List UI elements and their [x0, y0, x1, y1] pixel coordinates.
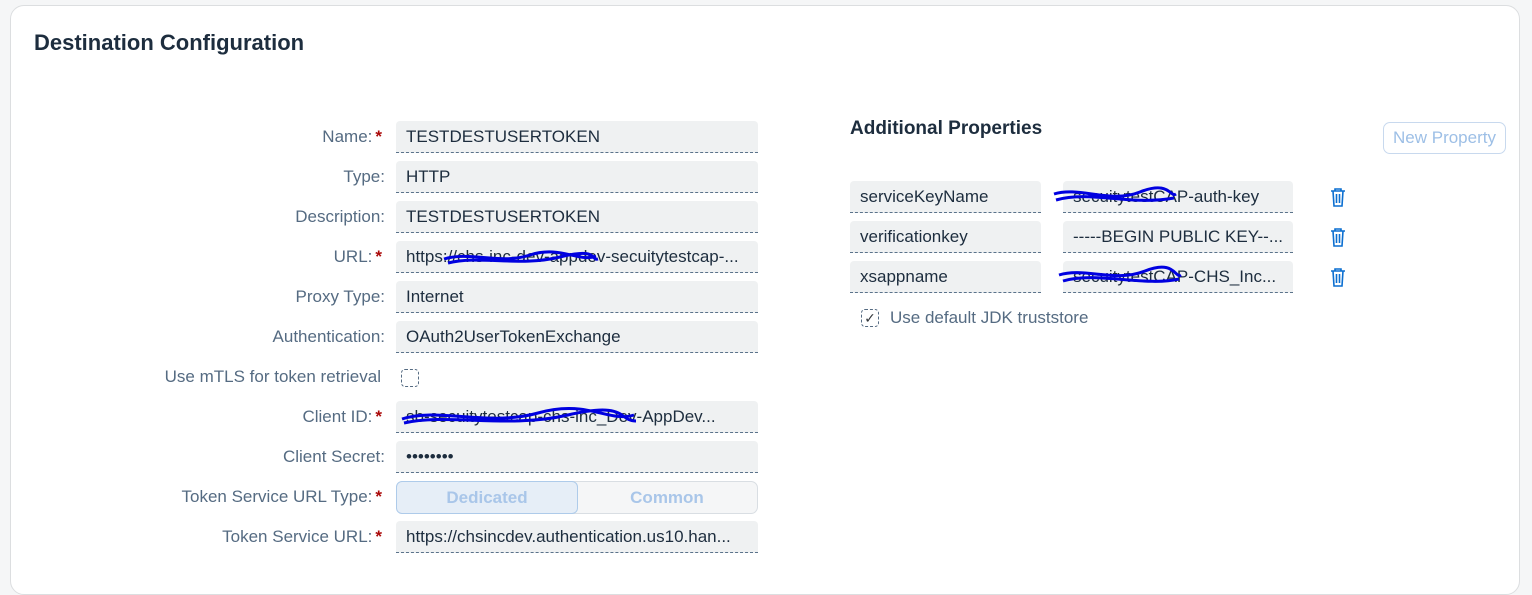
client-secret-row: Client Secret: •••••••• [0, 441, 1532, 473]
property-key-input[interactable]: verificationkey [850, 221, 1041, 253]
authentication-label: Authentication: [272, 327, 385, 346]
url-input[interactable]: https://chs-inc-dev-appdev-secuitytestca… [396, 241, 758, 273]
type-row: Type: HTTP [0, 161, 1532, 193]
mtls-row: Use mTLS for token retrieval [0, 361, 1532, 393]
token-service-url-label: Token Service URL: * [222, 527, 382, 546]
authentication-select[interactable]: OAuth2UserTokenExchange [396, 321, 758, 353]
token-service-url-type-segmented: Dedicated Common [396, 481, 758, 514]
new-property-button[interactable]: New Property [1383, 122, 1506, 154]
name-input[interactable]: TESTDESTUSERTOKEN [396, 121, 758, 153]
required-marker: * [375, 127, 382, 146]
name-label: Name: * [322, 127, 382, 146]
property-value-input[interactable]: -----BEGIN PUBLIC KEY--... [1063, 221, 1293, 253]
property-key-input[interactable]: serviceKeyName [850, 181, 1041, 213]
common-option[interactable]: Common [577, 482, 757, 513]
required-marker: * [375, 527, 382, 546]
client-secret-input[interactable]: •••••••• [396, 441, 758, 473]
proxy-type-label: Proxy Type: [295, 287, 385, 306]
name-row: Name: * TESTDESTUSERTOKEN [0, 121, 1532, 153]
client-id-label: Client ID: * [302, 407, 382, 426]
jdk-truststore-checkbox[interactable]: ✓ [861, 309, 879, 327]
client-secret-label: Client Secret: [282, 447, 385, 466]
property-key-input[interactable]: xsappname [850, 261, 1041, 293]
mtls-checkbox[interactable] [401, 369, 419, 387]
token-service-url-input[interactable]: https://chsincdev.authentication.us10.ha… [396, 521, 758, 553]
client-id-input[interactable]: sb-secuitytestcap-chs-inc_Dev-AppDev... [396, 401, 758, 433]
dedicated-option[interactable]: Dedicated [396, 481, 578, 514]
jdk-truststore-label: Use default JDK truststore [890, 308, 1089, 327]
required-marker: * [375, 407, 382, 426]
type-select[interactable]: HTTP [396, 161, 758, 193]
required-marker: * [375, 487, 382, 506]
token-service-url-row: Token Service URL: * https://chsincdev.au… [0, 521, 1532, 553]
page-title: Destination Configuration [34, 30, 305, 55]
token-service-url-type-row: Token Service URL Type: * Dedicated Commo… [0, 481, 1532, 514]
required-marker: * [375, 247, 382, 266]
token-service-url-type-label: Token Service URL Type: * [181, 487, 383, 506]
description-label: Description: [295, 207, 385, 226]
check-icon: ✓ [864, 310, 876, 326]
trash-icon[interactable] [1328, 226, 1348, 248]
url-row: URL: * https://chs-inc-dev-appdev-secuity… [0, 241, 1532, 273]
property-value-input[interactable]: secuitytestCAP-auth-key [1063, 181, 1293, 213]
proxy-type-row: Proxy Type: Internet [0, 281, 1532, 313]
authentication-row: Authentication: OAuth2UserTokenExchange [0, 321, 1532, 353]
description-input[interactable]: TESTDESTUSERTOKEN [396, 201, 758, 233]
trash-icon[interactable] [1328, 186, 1348, 208]
property-value-input[interactable]: secuitytestCAP-CHS_Inc... [1063, 261, 1293, 293]
url-label: URL: * [333, 247, 382, 266]
client-id-row: Client ID: * sb-secuitytestcap-chs-inc_De… [0, 401, 1532, 433]
description-row: Description: TESTDESTUSERTOKEN [0, 201, 1532, 233]
proxy-type-select[interactable]: Internet [396, 281, 758, 313]
type-label: Type: [343, 167, 385, 186]
mtls-label: Use mTLS for token retrieval [164, 367, 381, 386]
additional-properties-title: Additional Properties [850, 118, 1043, 139]
trash-icon[interactable] [1328, 266, 1348, 288]
